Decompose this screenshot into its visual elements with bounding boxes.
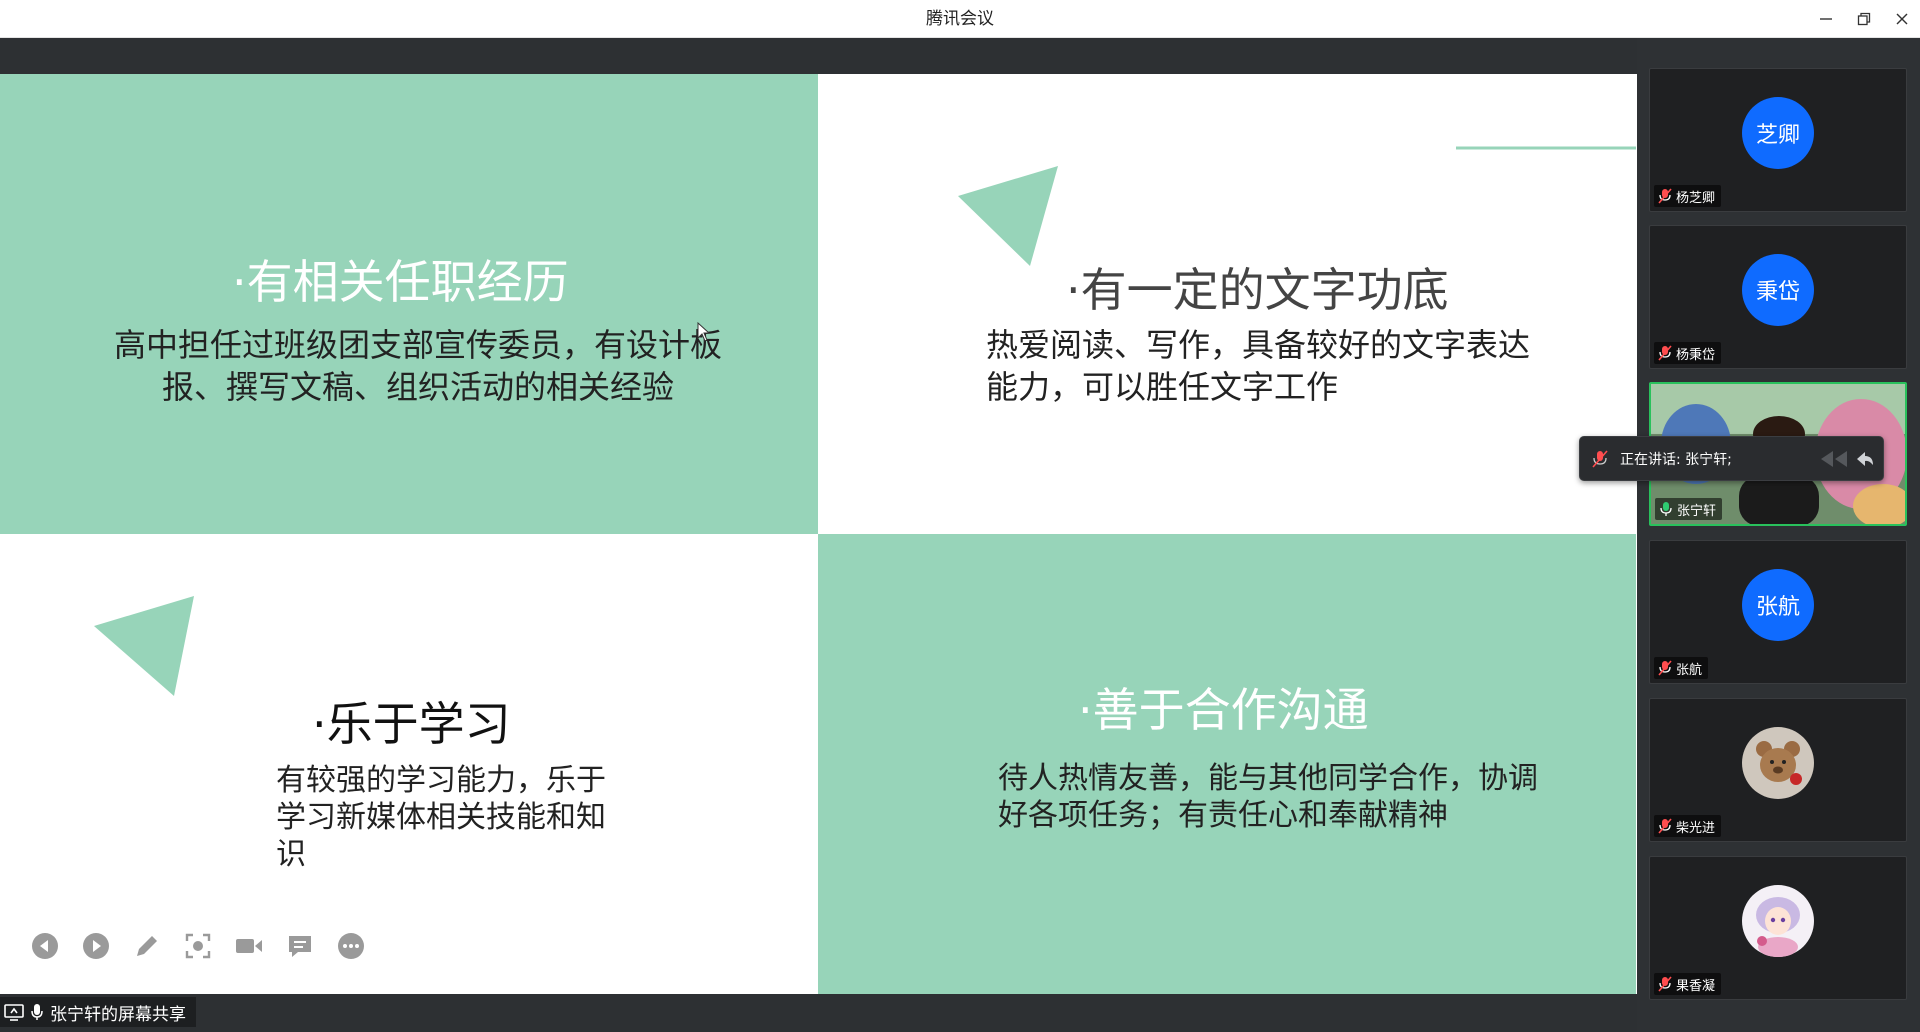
shared-slide: ·有相关任职经历 高中担任过班级团支部宣传委员，有设计板报、撰写文稿、组织活动的… bbox=[0, 74, 1637, 994]
mic-muted-icon bbox=[1592, 449, 1608, 468]
microphone-active-icon bbox=[1660, 502, 1672, 516]
screenshot-button[interactable] bbox=[179, 928, 216, 965]
screen-share-icon bbox=[4, 1004, 24, 1021]
participant-tile[interactable]: 秉岱 杨秉岱 bbox=[1649, 225, 1907, 369]
camera-icon bbox=[235, 939, 262, 953]
camera-button[interactable] bbox=[230, 928, 267, 965]
next-icon bbox=[82, 933, 109, 959]
q4-heading: ·善于合作沟通 bbox=[1078, 683, 1369, 737]
slide-quadrant-3: ·乐于学习 有较强的学习能力，乐于学习新媒体相关技能和知识 bbox=[0, 534, 818, 994]
avatar: 芝卿 bbox=[1742, 97, 1814, 169]
participant-nametag: 张航 bbox=[1654, 657, 1709, 679]
q4-body: 待人热情友善，能与其他同学合作，协调好各项任务；有责任心和奉献精神 bbox=[998, 761, 1538, 833]
participant-nametag: 杨芝卿 bbox=[1654, 185, 1722, 207]
window-title: 腾讯会议 bbox=[926, 9, 994, 29]
close-icon bbox=[1896, 13, 1908, 25]
participants-panel: 芝卿 杨芝卿 秉岱 杨秉岱 张宁轩 张航 张航 柴光进 果香凝 bbox=[1637, 38, 1920, 1032]
slide-quadrant-4: ·善于合作沟通 待人热情友善，能与其他同学合作，协调好各项任务；有责任心和奉献精… bbox=[818, 534, 1636, 994]
mouse-cursor-icon bbox=[697, 322, 711, 342]
title-bar: 腾讯会议 bbox=[0, 0, 1920, 38]
status-bar: 张宁轩的屏幕共享 bbox=[0, 994, 1637, 1032]
participant-name: 杨芝卿 bbox=[1676, 190, 1716, 206]
share-top-strip bbox=[0, 38, 1637, 74]
collapse-arrow-icon[interactable] bbox=[1813, 448, 1873, 470]
decorative-triangle bbox=[958, 166, 1058, 266]
mic-muted-icon bbox=[1658, 188, 1672, 204]
q2-heading: ·有一定的文字功底 bbox=[1066, 263, 1449, 317]
q1-heading: ·有相关任职经历 bbox=[232, 255, 569, 309]
avatar: 张航 bbox=[1742, 569, 1814, 641]
slide-quadrant-1: ·有相关任职经历 高中担任过班级团支部宣传委员，有设计板报、撰写文稿、组织活动的… bbox=[0, 74, 818, 534]
more-icon bbox=[337, 933, 364, 959]
q3-body: 有较强的学习能力，乐于学习新媒体相关技能和知识 bbox=[276, 763, 606, 872]
chat-button[interactable] bbox=[281, 928, 318, 965]
restore-button[interactable] bbox=[1846, 0, 1882, 38]
speaking-label: 正在讲话: 张宁轩; bbox=[1620, 451, 1732, 468]
restore-icon bbox=[1857, 12, 1871, 26]
pen-button[interactable] bbox=[128, 928, 165, 965]
screenshot-icon bbox=[185, 933, 210, 959]
close-button[interactable] bbox=[1884, 0, 1920, 38]
screen-share-badge[interactable]: 张宁轩的屏幕共享 bbox=[0, 997, 196, 1027]
participant-name: 杨秉岱 bbox=[1676, 347, 1716, 363]
participant-name: 张航 bbox=[1676, 662, 1703, 678]
chat-icon bbox=[288, 936, 311, 957]
teddy-bear-avatar-icon bbox=[1742, 727, 1814, 799]
participant-tile[interactable]: 柴光进 bbox=[1649, 698, 1907, 842]
decorative-line bbox=[1456, 146, 1636, 150]
next-slide-button[interactable] bbox=[77, 928, 114, 965]
pen-icon bbox=[136, 936, 157, 956]
avatar: 秉岱 bbox=[1742, 254, 1814, 326]
mic-muted-icon bbox=[1658, 976, 1672, 992]
participant-tile[interactable]: 芝卿 杨芝卿 bbox=[1649, 68, 1907, 212]
mic-muted-icon bbox=[1658, 660, 1672, 676]
microphone-icon bbox=[31, 1004, 43, 1020]
decorative-triangle bbox=[94, 596, 194, 696]
participant-nametag: 张宁轩 bbox=[1655, 498, 1723, 520]
mic-muted-icon bbox=[1658, 345, 1672, 361]
minimize-button[interactable] bbox=[1808, 0, 1844, 38]
speaking-indicator: 正在讲话: 张宁轩; bbox=[1579, 436, 1884, 481]
slide-quadrant-2: ·有一定的文字功底 热爱阅读、写作，具备较好的文字表达能力，可以胜任文字工作 bbox=[818, 74, 1636, 534]
prev-slide-button[interactable] bbox=[26, 928, 63, 965]
anime-avatar-icon bbox=[1742, 885, 1814, 957]
participant-name: 张宁轩 bbox=[1677, 503, 1717, 519]
participant-name: 柴光进 bbox=[1676, 820, 1716, 836]
minimize-icon bbox=[1820, 18, 1832, 20]
prev-icon bbox=[31, 933, 58, 959]
more-button[interactable] bbox=[332, 928, 369, 965]
participant-tile[interactable]: 张航 张航 bbox=[1649, 540, 1907, 684]
mic-muted-icon bbox=[1658, 818, 1672, 834]
participant-tile[interactable]: 果香凝 bbox=[1649, 856, 1907, 1000]
q2-body: 热爱阅读、写作，具备较好的文字表达能力，可以胜任文字工作 bbox=[986, 326, 1531, 406]
participant-nametag: 果香凝 bbox=[1654, 973, 1722, 995]
participant-nametag: 柴光进 bbox=[1654, 815, 1722, 837]
q1-body: 高中担任过班级团支部宣传委员，有设计板报、撰写文稿、组织活动的相关经验 bbox=[113, 326, 722, 406]
q3-heading: ·乐于学习 bbox=[312, 697, 511, 751]
share-label: 张宁轩的屏幕共享 bbox=[50, 1004, 186, 1025]
participant-name: 果香凝 bbox=[1676, 978, 1716, 994]
participant-nametag: 杨秉岱 bbox=[1654, 342, 1722, 364]
slide-toolbar bbox=[26, 926, 369, 966]
